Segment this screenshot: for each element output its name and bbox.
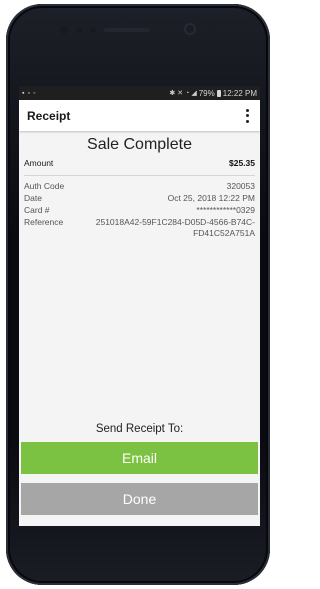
transaction-details: Auth Code 320053 Date Oct 25, 2018 12:22…: [24, 181, 255, 239]
receipt-content: Sale Complete Amount $25.35 Auth Code 32…: [19, 135, 260, 239]
alarm-icon: ◔: [185, 89, 190, 97]
status-bar-right: ✱ ✕ ◔ ◢ 79% 12:22 PM: [169, 89, 257, 98]
sale-complete-heading: Sale Complete: [87, 136, 192, 153]
auth-code-label: Auth Code: [24, 181, 65, 191]
amount-row: Amount $25.35: [24, 158, 255, 176]
iris-sensor: [90, 27, 96, 33]
proximity-sensor: [60, 26, 68, 34]
date-row: Date Oct 25, 2018 12:22 PM: [24, 193, 255, 204]
amount-value: $25.35: [229, 158, 255, 168]
reference-row: Reference 251018A42-59F1C284-D05D-4566-B…: [24, 217, 255, 239]
reference-label: Reference: [24, 217, 64, 227]
app-bar: Receipt: [19, 100, 260, 131]
reference-value: 251018A42-59F1C284-D05D-4566-B74C-FD41C5…: [95, 217, 255, 238]
notification-icon: ◦: [32, 89, 36, 97]
status-bar-left: ▪ ▫ ◦: [22, 90, 35, 97]
done-button[interactable]: Done: [21, 483, 258, 515]
front-sensor: [209, 26, 215, 32]
bluetooth-icon: ✱: [169, 89, 176, 97]
status-bar: ▪ ▫ ◦ ✱ ✕ ◔ ◢ 79% 12:22 PM: [19, 86, 260, 100]
signal-icon: ◢: [191, 89, 197, 97]
battery-icon: [216, 89, 221, 97]
page-title: Receipt: [27, 108, 71, 123]
card-number-row: Card # ************0329: [24, 205, 255, 216]
auth-code-value: 320053: [226, 181, 255, 191]
mute-icon: ✕: [177, 89, 184, 97]
image-icon: ▫: [27, 89, 30, 97]
email-button[interactable]: Email: [21, 442, 258, 474]
light-sensor: [76, 27, 82, 33]
overflow-menu-icon[interactable]: [242, 108, 252, 123]
battery-percent: 79%: [198, 88, 215, 98]
send-receipt-label: Send Receipt To:: [95, 423, 184, 435]
front-camera: [184, 23, 196, 35]
app-screen: ▪ ▫ ◦ ✱ ✕ ◔ ◢ 79% 12:22 PM Receipt Sale …: [19, 86, 260, 526]
status-time: 12:22 PM: [222, 88, 257, 98]
date-value: Oct 25, 2018 12:22 PM: [167, 193, 255, 203]
card-number-label: Card #: [24, 205, 50, 215]
earpiece-speaker: [104, 28, 150, 32]
date-label: Date: [24, 193, 42, 203]
gallery-icon: ▪: [22, 89, 25, 97]
auth-code-row: Auth Code 320053: [24, 181, 255, 192]
card-number-value: ************0329: [196, 205, 255, 215]
amount-label: Amount: [24, 158, 54, 168]
